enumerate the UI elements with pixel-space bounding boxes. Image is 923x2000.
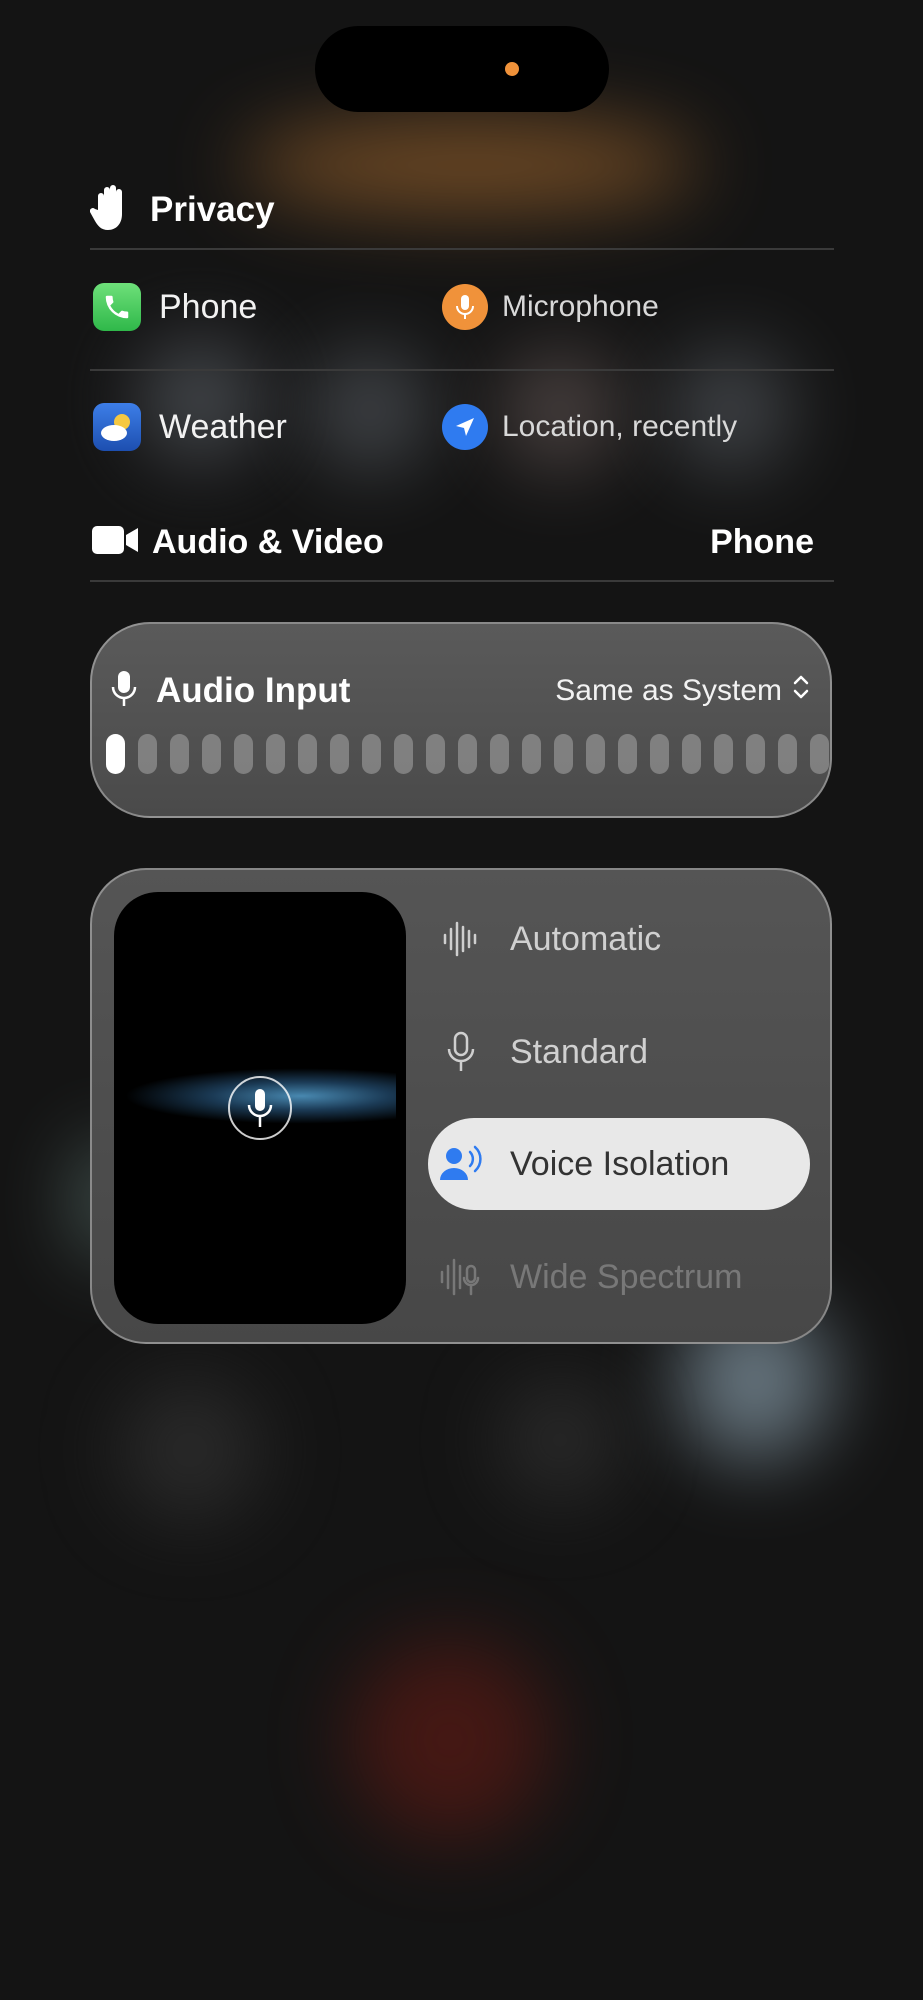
level-bar (746, 734, 765, 774)
app-name: Weather (159, 407, 287, 446)
mic-mode-label: Standard (510, 1032, 648, 1071)
mic-mode-card: Automatic Standard Voice Isolation Wide … (90, 868, 832, 1344)
level-bar (298, 734, 317, 774)
dynamic-island (315, 26, 609, 112)
level-bar (266, 734, 285, 774)
audio-video-title: Audio & Video (152, 522, 384, 561)
divider (90, 248, 834, 250)
level-bar (458, 734, 477, 774)
mic-mode-label: Automatic (510, 919, 662, 958)
level-bar (202, 734, 221, 774)
microphone-icon (436, 1031, 486, 1073)
level-bar (106, 734, 125, 774)
audio-level-meter (106, 734, 829, 774)
audio-input-title: Audio Input (156, 671, 351, 710)
waveform-icon (436, 919, 486, 959)
level-bar (714, 734, 733, 774)
divider (90, 580, 834, 582)
wide-spectrum-icon (436, 1256, 486, 1298)
app-name: Phone (159, 287, 258, 326)
privacy-row-phone[interactable]: Phone Microphone (90, 272, 834, 342)
microphone-icon (228, 1076, 292, 1140)
level-bar (394, 734, 413, 774)
chevron-up-down-icon (792, 673, 810, 709)
level-bar (490, 734, 509, 774)
level-bar (522, 734, 541, 774)
mic-mode-wide-spectrum[interactable]: Wide Spectrum (436, 1232, 742, 1322)
mic-mode-standard[interactable]: Standard (436, 1007, 648, 1097)
mic-mode-label: Wide Spectrum (510, 1257, 743, 1296)
privacy-row-weather[interactable]: Weather Location, recently (90, 392, 834, 462)
level-bar (682, 734, 701, 774)
level-bar (618, 734, 637, 774)
microphone-icon (110, 669, 138, 714)
mic-mode-preview (114, 892, 406, 1324)
permission-label: Location, recently (502, 410, 738, 443)
hand-icon (89, 184, 132, 237)
permission-label: Microphone (502, 290, 659, 323)
microphone-indicator-dot (505, 62, 519, 76)
level-bar (138, 734, 157, 774)
level-bar (810, 734, 829, 774)
privacy-title: Privacy (150, 190, 275, 229)
mic-mode-voice-isolation[interactable]: Voice Isolation (428, 1118, 810, 1210)
level-bar (362, 734, 381, 774)
location-arrow-icon (442, 404, 488, 450)
level-bar (330, 734, 349, 774)
level-bar (234, 734, 253, 774)
divider (90, 369, 834, 371)
level-bar (426, 734, 445, 774)
audio-video-app: Phone (710, 522, 814, 561)
level-bar (650, 734, 669, 774)
level-bar (778, 734, 797, 774)
privacy-header: Privacy (89, 180, 834, 240)
level-bar (170, 734, 189, 774)
mic-mode-automatic[interactable]: Automatic (436, 894, 661, 984)
audio-video-header: Audio & Video Phone (90, 514, 834, 570)
level-bar (554, 734, 573, 774)
audio-input-source-value: Same as System (555, 674, 782, 707)
audio-input-card: Audio Input Same as System (90, 622, 832, 818)
mic-mode-label: Voice Isolation (510, 1144, 730, 1183)
weather-app-icon (93, 403, 141, 451)
level-bar (586, 734, 605, 774)
phone-app-icon (93, 283, 141, 331)
video-camera-icon (90, 524, 140, 561)
audio-input-source-select[interactable]: Same as System (555, 673, 810, 709)
microphone-icon (442, 284, 488, 330)
person-voice-icon (436, 1144, 486, 1184)
